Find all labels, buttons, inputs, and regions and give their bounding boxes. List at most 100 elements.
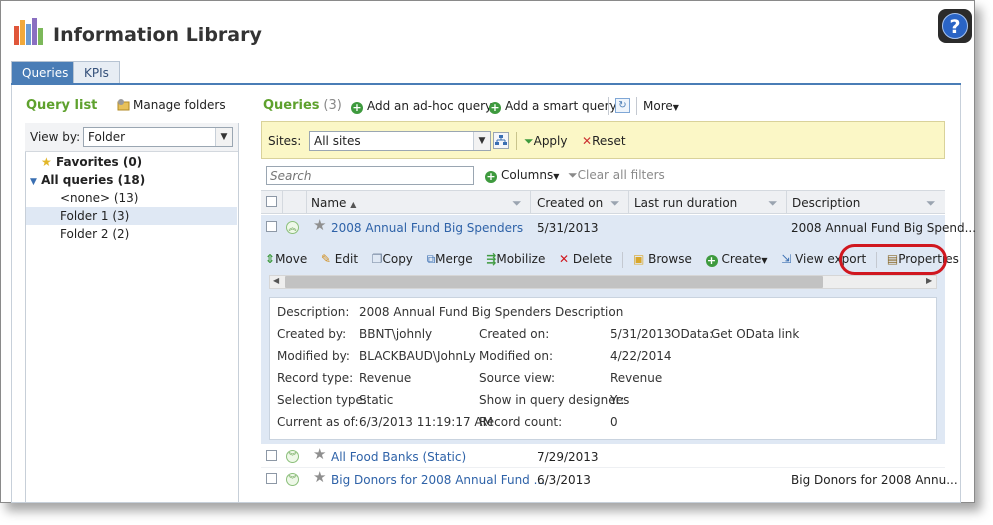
query-created-on: 6/3/2013 bbox=[537, 473, 591, 487]
sites-select[interactable]: All sites ▼ bbox=[309, 131, 491, 151]
column-header-created-on[interactable]: Created on bbox=[537, 196, 603, 210]
mobilize-button[interactable]: ⇶Mobilize bbox=[486, 252, 545, 266]
reset-label: Reset bbox=[592, 134, 626, 148]
export-icon: ⇲ bbox=[781, 252, 792, 266]
merge-button[interactable]: ⧉Merge bbox=[427, 252, 473, 266]
queries-count: (3) bbox=[323, 98, 342, 113]
column-header-name[interactable]: Name ▲ bbox=[311, 196, 356, 210]
manage-folders-button[interactable]: Manage folders bbox=[117, 98, 226, 112]
query-name-link[interactable]: 2008 Annual Fund Big Spenders bbox=[331, 221, 523, 235]
sort-ascending-icon: ▲ bbox=[350, 200, 357, 209]
properties-highlight-oval bbox=[839, 244, 947, 275]
mobilize-icon: ⇶ bbox=[486, 252, 497, 266]
scroll-left-arrow-icon[interactable]: ◀ bbox=[273, 276, 279, 285]
favorite-star-icon[interactable]: ★ bbox=[313, 447, 326, 462]
star-folder-icon: ★ bbox=[41, 155, 52, 169]
description-label: Description: bbox=[277, 305, 350, 319]
row-checkbox[interactable] bbox=[266, 221, 277, 232]
current-as-of-label: Current as of: bbox=[277, 415, 359, 429]
column-divider bbox=[530, 191, 531, 213]
record-count-label: Record count: bbox=[479, 415, 563, 429]
tree-item-folder-1[interactable]: Folder 1 (3) bbox=[60, 207, 129, 225]
modified-by-value: BLACKBAUD\JohnLy bbox=[359, 349, 476, 363]
refresh-icon[interactable]: ↻ bbox=[615, 98, 630, 113]
tree-item-none[interactable]: <none> (13) bbox=[60, 189, 139, 207]
create-menu-button[interactable]: + Create▼ bbox=[705, 252, 768, 267]
chevron-down-icon: ▼ bbox=[473, 132, 490, 150]
tab-kpis[interactable]: KPIs bbox=[73, 61, 120, 84]
row-checkbox[interactable] bbox=[266, 473, 277, 484]
edit-button[interactable]: ✎ Edit bbox=[321, 252, 358, 266]
apply-button[interactable]: ⏷Apply bbox=[524, 134, 568, 149]
scrollbar-thumb[interactable] bbox=[285, 276, 823, 288]
get-odata-link[interactable]: Get OData link bbox=[711, 323, 799, 345]
copy-icon: ❐ bbox=[371, 252, 383, 266]
clear-filters-button[interactable]: ⏷Clear all filters bbox=[568, 168, 665, 183]
delete-button[interactable]: ✕ Delete bbox=[559, 252, 612, 266]
caret-down-icon: ▼ bbox=[553, 172, 560, 181]
browse-button[interactable]: ▣ Browse bbox=[633, 252, 692, 266]
tree-item-label: Favorites (0) bbox=[55, 155, 143, 169]
filter-icon[interactable]: ⏷ bbox=[768, 196, 778, 211]
scroll-right-arrow-icon[interactable]: ▶ bbox=[926, 276, 932, 285]
selection-type-label: Selection type: bbox=[277, 393, 367, 407]
show-in-designer-label: Show in query designer: bbox=[479, 393, 625, 407]
row-checkbox[interactable] bbox=[266, 450, 277, 461]
column-header-label: Name bbox=[311, 196, 347, 210]
tree-item-all-queries[interactable]: ▼ All queries (18) bbox=[30, 171, 145, 189]
expand-row-icon[interactable]: ︾ bbox=[286, 450, 299, 463]
manage-folders-icon bbox=[117, 99, 130, 111]
copy-button[interactable]: ❐Copy bbox=[372, 252, 413, 266]
search-input[interactable] bbox=[266, 166, 474, 185]
site-hierarchy-icon[interactable] bbox=[493, 132, 509, 149]
sites-label: Sites: bbox=[268, 134, 302, 148]
toolbar-separator bbox=[608, 97, 609, 115]
more-menu-button[interactable]: More▼ bbox=[643, 99, 679, 113]
columns-button[interactable]: + Columns▼ bbox=[485, 168, 559, 183]
reset-button[interactable]: ✕Reset bbox=[582, 134, 626, 148]
tab-queries[interactable]: Queries bbox=[11, 61, 80, 84]
create-label: Create bbox=[721, 252, 762, 266]
column-divider bbox=[282, 191, 283, 213]
filter-icon[interactable]: ⏷ bbox=[610, 196, 620, 211]
move-button[interactable]: ⇕Move bbox=[265, 252, 307, 266]
column-divider bbox=[628, 191, 629, 213]
queries-heading-label: Queries bbox=[263, 98, 320, 113]
add-smart-label: Add a smart query bbox=[505, 99, 617, 113]
favorite-star-icon[interactable]: ★ bbox=[313, 470, 326, 485]
favorite-star-icon[interactable]: ★ bbox=[313, 218, 326, 233]
tree-item-favorites[interactable]: ★ Favorites (0) bbox=[41, 153, 142, 171]
expand-row-icon[interactable]: ︾ bbox=[286, 473, 299, 486]
plus-icon: + bbox=[485, 170, 497, 183]
tree-item-folder-2[interactable]: Folder 2 (2) bbox=[60, 225, 129, 243]
move-label: Move bbox=[275, 252, 308, 266]
caret-down-icon: ▼ bbox=[761, 256, 768, 265]
view-by-select[interactable]: Folder ▼ bbox=[83, 127, 233, 147]
column-divider bbox=[306, 191, 307, 213]
odata-label: OData: bbox=[671, 327, 714, 341]
add-adhoc-query-button[interactable]: + Add an ad-hoc query bbox=[351, 99, 492, 114]
queries-heading: Queries (3) bbox=[263, 98, 342, 113]
filter-separator bbox=[516, 132, 517, 150]
apply-label: Apply bbox=[533, 134, 568, 148]
collapse-row-icon[interactable]: ︽ bbox=[286, 221, 299, 234]
tree-selection-highlight bbox=[26, 207, 237, 225]
help-button[interactable]: ? bbox=[938, 9, 972, 43]
select-all-checkbox[interactable] bbox=[266, 196, 277, 207]
query-description: 2008 Annual Fund Big Spend... bbox=[791, 221, 977, 235]
source-view-label: Source view: bbox=[479, 371, 556, 385]
tree-item-label: All queries (18) bbox=[41, 173, 146, 187]
add-smart-query-button[interactable]: + Add a smart query bbox=[489, 99, 617, 114]
column-header-description[interactable]: Description bbox=[792, 196, 860, 210]
filter-icon[interactable]: ⏷ bbox=[926, 196, 936, 211]
column-header-last-run-duration[interactable]: Last run duration bbox=[634, 196, 737, 210]
filter-icon[interactable]: ⏷ bbox=[512, 196, 522, 211]
clear-filters-label: Clear all filters bbox=[577, 168, 665, 182]
created-on-label: Created on: bbox=[479, 327, 550, 341]
query-name-link[interactable]: Big Donors for 2008 Annual Fund ... bbox=[331, 473, 545, 487]
manage-folders-label: Manage folders bbox=[133, 98, 226, 112]
app-window: Information Library ? Queries KPIs Query… bbox=[0, 0, 977, 503]
more-label: More bbox=[643, 99, 673, 113]
query-name-link[interactable]: All Food Banks (Static) bbox=[331, 450, 466, 464]
view-by-value: Folder bbox=[88, 130, 126, 144]
